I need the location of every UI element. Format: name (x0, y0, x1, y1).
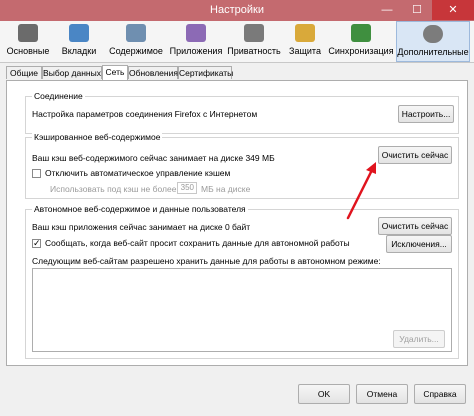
settings-window: Настройки — ☐ ✕ Основные Вкладки Содержи… (0, 0, 474, 416)
annotation-arrow-icon (346, 162, 376, 220)
